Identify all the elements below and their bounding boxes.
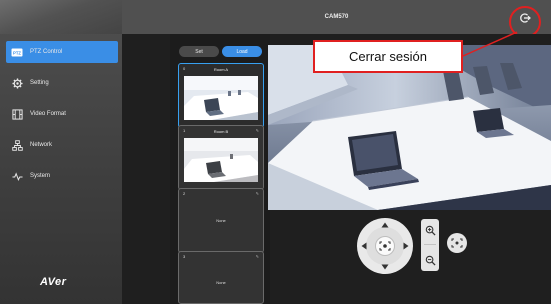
arrow-left-icon <box>361 242 367 250</box>
sidebar-item-label: System <box>30 173 51 179</box>
logout-callout: Cerrar sesión <box>313 40 463 73</box>
zoom-in-icon <box>425 225 436 236</box>
ptz-icon: PTZ <box>10 45 24 59</box>
sidebar: PTZ PTZ Control Setting Video Format Net… <box>0 0 122 304</box>
sidebar-item-system[interactable]: System <box>6 165 118 187</box>
svg-text:PTZ: PTZ <box>13 50 21 55</box>
page-title: CAM570 <box>324 14 349 20</box>
home-position-button[interactable] <box>375 236 395 256</box>
preset-thumbnail <box>184 76 258 120</box>
pulse-icon <box>10 169 24 183</box>
sidebar-item-label: Network <box>30 142 53 148</box>
preset-number: 2 <box>183 191 186 196</box>
app-window: PTZ PTZ Control Setting Video Format Net… <box>0 0 551 304</box>
arrow-up-icon <box>381 222 389 228</box>
zoom-in-button[interactable] <box>423 223 437 237</box>
brand-logo: AVer <box>40 276 67 288</box>
preset-card[interactable]: 2 ✎ None <box>178 188 264 253</box>
ptz-direction-pad <box>357 218 413 274</box>
sidebar-item-label: Video Format <box>30 111 66 117</box>
gear-icon <box>10 76 24 90</box>
zoom-divider <box>424 244 436 245</box>
preset-card[interactable]: 3 ✎ None <box>178 251 264 304</box>
pan-right-button[interactable] <box>401 241 411 251</box>
network-icon <box>10 138 24 152</box>
edit-icon[interactable]: ✎ <box>256 128 259 133</box>
edit-icon[interactable]: ✎ <box>256 254 259 259</box>
zoom-out-button[interactable] <box>423 253 437 267</box>
preset-card[interactable]: 1 Room B ✎ <box>178 125 264 190</box>
sidebar-item-setting[interactable]: Setting <box>6 72 118 94</box>
auto-focus-button[interactable] <box>447 233 467 253</box>
preset-number: 3 <box>183 254 186 259</box>
auto-focus-icon <box>451 238 463 248</box>
preset-card[interactable]: 0 Room A <box>178 63 264 128</box>
preset-empty-label: None <box>216 280 226 285</box>
sidebar-item-ptz-control[interactable]: PTZ PTZ Control <box>6 41 118 63</box>
arrow-right-icon <box>403 242 409 250</box>
home-position-icon <box>379 241 391 251</box>
preset-name: Room B <box>213 129 229 134</box>
zoom-out-icon <box>425 255 436 266</box>
sidebar-item-label: PTZ Control <box>30 49 63 55</box>
film-icon <box>10 107 24 121</box>
preset-name: Room A <box>213 67 229 72</box>
sidebar-header <box>0 0 122 34</box>
zoom-control <box>421 219 439 271</box>
preset-thumbnail <box>184 138 258 182</box>
edit-icon[interactable]: ✎ <box>256 191 259 196</box>
sidebar-item-label: Setting <box>30 80 49 86</box>
sidebar-item-video-format[interactable]: Video Format <box>6 103 118 125</box>
top-bar: CAM570 <box>122 0 551 34</box>
pan-left-button[interactable] <box>359 241 369 251</box>
pan-up-button[interactable] <box>380 220 390 230</box>
arrow-down-icon <box>381 264 389 270</box>
load-button[interactable]: Load <box>222 46 262 57</box>
pan-down-button[interactable] <box>380 262 390 272</box>
set-button[interactable]: Set <box>179 46 219 57</box>
sidebar-item-network[interactable]: Network <box>6 134 118 156</box>
callout-text: Cerrar sesión <box>348 49 428 64</box>
preset-empty-label: None <box>216 218 226 223</box>
